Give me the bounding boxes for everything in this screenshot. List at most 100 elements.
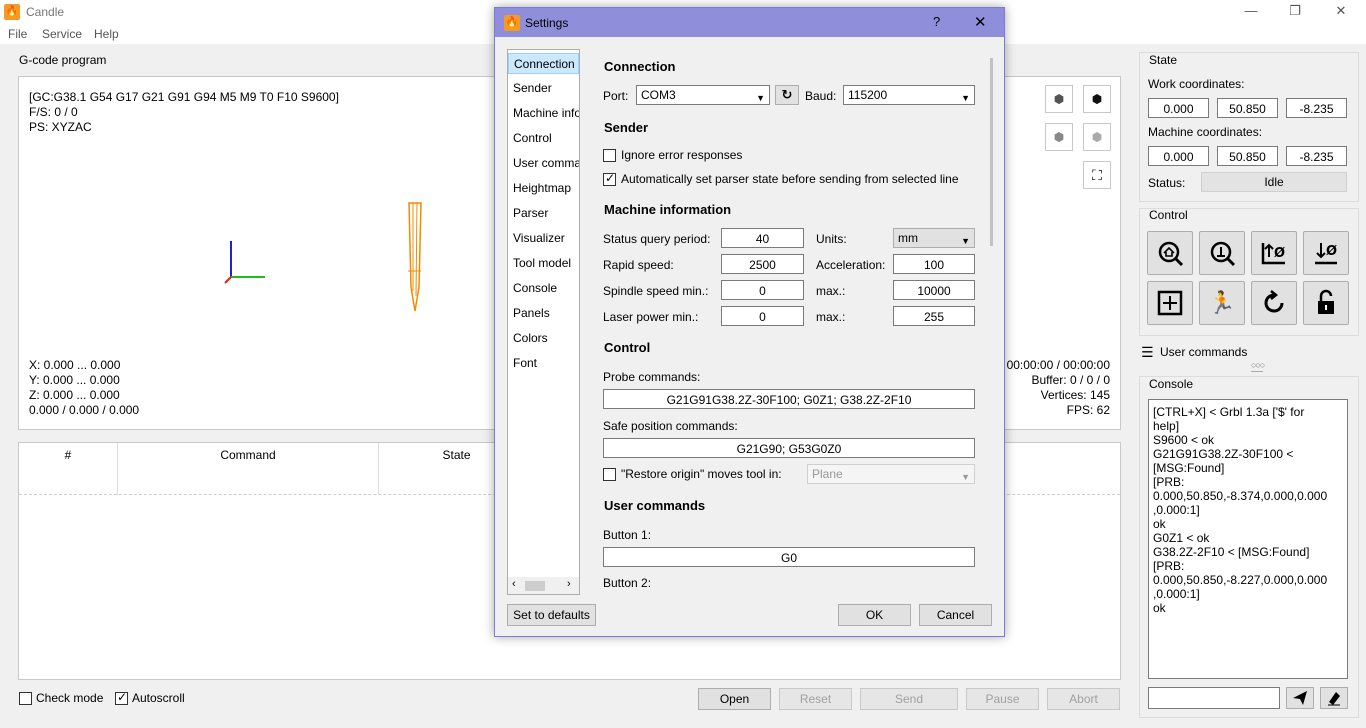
- units-select[interactable]: mm▼: [893, 228, 975, 248]
- restore-icon[interactable]: ❐: [1272, 0, 1318, 24]
- auto-parser-checkbox[interactable]: [603, 173, 616, 186]
- console-line: [MSG:Found]: [1153, 461, 1343, 475]
- scroll-left-icon[interactable]: ‹: [512, 578, 516, 590]
- port-label: Port:: [603, 89, 628, 103]
- abort-button[interactable]: Abort: [1047, 688, 1120, 710]
- console-line: 0.000,50.850,-8.374,0.000,0.000: [1153, 489, 1343, 503]
- nav-panels[interactable]: Panels: [508, 303, 579, 324]
- view-iso-icon[interactable]: ⬢: [1045, 85, 1073, 113]
- safe-position-input[interactable]: G21G90; G53G0Z0: [603, 438, 975, 458]
- auto-parser-toggle[interactable]: Automatically set parser state before se…: [603, 172, 959, 186]
- menu-file[interactable]: File: [8, 27, 27, 41]
- splitter-handle-icon[interactable]: ○○○: [1251, 360, 1263, 372]
- help-icon[interactable]: ?: [933, 14, 940, 29]
- status-period-input[interactable]: 40: [721, 228, 804, 248]
- button1-input[interactable]: G0: [603, 547, 975, 567]
- scroll-thumb[interactable]: [525, 581, 545, 591]
- nav-visualizer[interactable]: Visualizer: [508, 228, 579, 249]
- restore-origin-label: "Restore origin" moves tool in:: [621, 467, 782, 481]
- probe-commands-input[interactable]: G21G91G38.2Z-30F100; G0Z1; G38.2Z-2F10: [603, 389, 975, 409]
- auto-parser-label: Automatically set parser state before se…: [621, 172, 959, 186]
- check-mode-toggle[interactable]: Check mode: [19, 691, 103, 705]
- ok-button[interactable]: OK: [838, 604, 911, 626]
- menu-help[interactable]: Help: [94, 27, 119, 41]
- spindle-max-label: max.:: [816, 284, 845, 298]
- cancel-button[interactable]: Cancel: [919, 604, 992, 626]
- units-label: Units:: [816, 232, 847, 246]
- reset-button[interactable]: Reset: [779, 688, 852, 710]
- fit-view-icon[interactable]: ⛶: [1083, 161, 1111, 189]
- nav-connection[interactable]: Connection: [508, 53, 579, 74]
- send-command-icon[interactable]: [1286, 687, 1314, 709]
- console-output[interactable]: [CTRL+X] < Grbl 1.3a ['$' for help] S960…: [1148, 399, 1348, 679]
- work-y: 50.850: [1217, 98, 1278, 118]
- nav-sender[interactable]: Sender: [508, 78, 579, 99]
- spindle-max-input[interactable]: 10000: [893, 280, 975, 300]
- user-commands-title[interactable]: User commands: [1160, 345, 1247, 359]
- zero-probe-icon[interactable]: [1199, 231, 1245, 275]
- home-icon[interactable]: [1147, 231, 1193, 275]
- nav-parser[interactable]: Parser: [508, 203, 579, 224]
- view-front-icon[interactable]: ⬢: [1045, 123, 1073, 151]
- nav-hscrollbar[interactable]: ‹ ›: [508, 577, 579, 594]
- close-window-icon[interactable]: ✕: [1318, 0, 1364, 24]
- origin-icon[interactable]: [1147, 281, 1193, 325]
- dialog-title: Settings: [525, 16, 568, 30]
- send-button[interactable]: Send: [860, 688, 958, 710]
- col-command[interactable]: Command: [118, 443, 379, 495]
- autoscroll-toggle[interactable]: Autoscroll: [115, 691, 185, 705]
- vertices-info: Vertices: 145: [1007, 388, 1110, 403]
- parser-status: [GC:G38.1 G54 G17 G21 G91 G94 M5 M9 T0 F…: [29, 90, 339, 135]
- view-left-icon[interactable]: ⬢: [1083, 123, 1111, 151]
- console-line: ,0.000:1]: [1153, 503, 1343, 517]
- control-heading: Control: [604, 340, 650, 355]
- restore-origin-toggle[interactable]: "Restore origin" moves tool in:: [603, 467, 782, 481]
- ignore-errors-checkbox[interactable]: [603, 149, 616, 162]
- nav-tool-model[interactable]: Tool model: [508, 253, 579, 274]
- unlock-icon[interactable]: [1303, 281, 1349, 325]
- refresh-ports-icon[interactable]: ↻: [775, 85, 799, 105]
- nav-colors[interactable]: Colors: [508, 328, 579, 349]
- check-mode-checkbox[interactable]: [19, 692, 32, 705]
- nav-control[interactable]: Control: [508, 128, 579, 149]
- clear-console-icon[interactable]: [1320, 687, 1348, 709]
- nav-user-commands[interactable]: User commands: [508, 153, 579, 174]
- control-title: Control: [1149, 208, 1188, 222]
- baud-select[interactable]: 115200▼: [843, 85, 975, 105]
- scroll-right-icon[interactable]: ›: [567, 578, 571, 590]
- restore-origin-select[interactable]: Plane▼: [807, 464, 975, 484]
- ignore-errors-toggle[interactable]: Ignore error responses: [603, 148, 742, 162]
- laser-max-input[interactable]: 255: [893, 306, 975, 326]
- minimize-icon[interactable]: —: [1228, 0, 1274, 24]
- acceleration-input[interactable]: 100: [893, 254, 975, 274]
- console-title: Console: [1149, 377, 1193, 391]
- content-scrollbar[interactable]: [990, 58, 993, 246]
- coordinates-info: X: 0.000 ... 0.000 Y: 0.000 ... 0.000 Z:…: [29, 358, 139, 418]
- close-dialog-icon[interactable]: ✕: [974, 13, 987, 31]
- menu-lines-icon[interactable]: ☰: [1141, 344, 1154, 361]
- restore-origin-checkbox[interactable]: [603, 468, 616, 481]
- menu-service[interactable]: Service: [42, 27, 82, 41]
- zero-xy-icon[interactable]: Ø: [1251, 231, 1297, 275]
- open-button[interactable]: Open: [698, 688, 771, 710]
- rapid-speed-input[interactable]: 2500: [721, 254, 804, 274]
- nav-console[interactable]: Console: [508, 278, 579, 299]
- autoscroll-checkbox[interactable]: [115, 692, 128, 705]
- set-defaults-button[interactable]: Set to defaults: [507, 604, 596, 626]
- nav-heightmap[interactable]: Heightmap: [508, 178, 579, 199]
- zero-z-icon[interactable]: Ø: [1303, 231, 1349, 275]
- spindle-min-input[interactable]: 0: [721, 280, 804, 300]
- safe-position-icon[interactable]: 🏃: [1199, 281, 1245, 325]
- col-number[interactable]: #: [19, 443, 118, 495]
- dialog-title-bar[interactable]: 🔥 Settings ? ✕: [495, 8, 1004, 37]
- view-top-icon[interactable]: ⬢: [1083, 85, 1111, 113]
- machine-coords-label: Machine coordinates:: [1148, 125, 1262, 139]
- pause-button[interactable]: Pause: [966, 688, 1039, 710]
- nav-font[interactable]: Font: [508, 353, 579, 374]
- port-select[interactable]: COM3▼: [636, 85, 770, 105]
- port-value: COM3: [641, 88, 676, 102]
- command-input[interactable]: [1148, 687, 1280, 709]
- laser-min-input[interactable]: 0: [721, 306, 804, 326]
- reset-icon[interactable]: [1251, 281, 1297, 325]
- nav-machine-info[interactable]: Machine information: [508, 103, 579, 124]
